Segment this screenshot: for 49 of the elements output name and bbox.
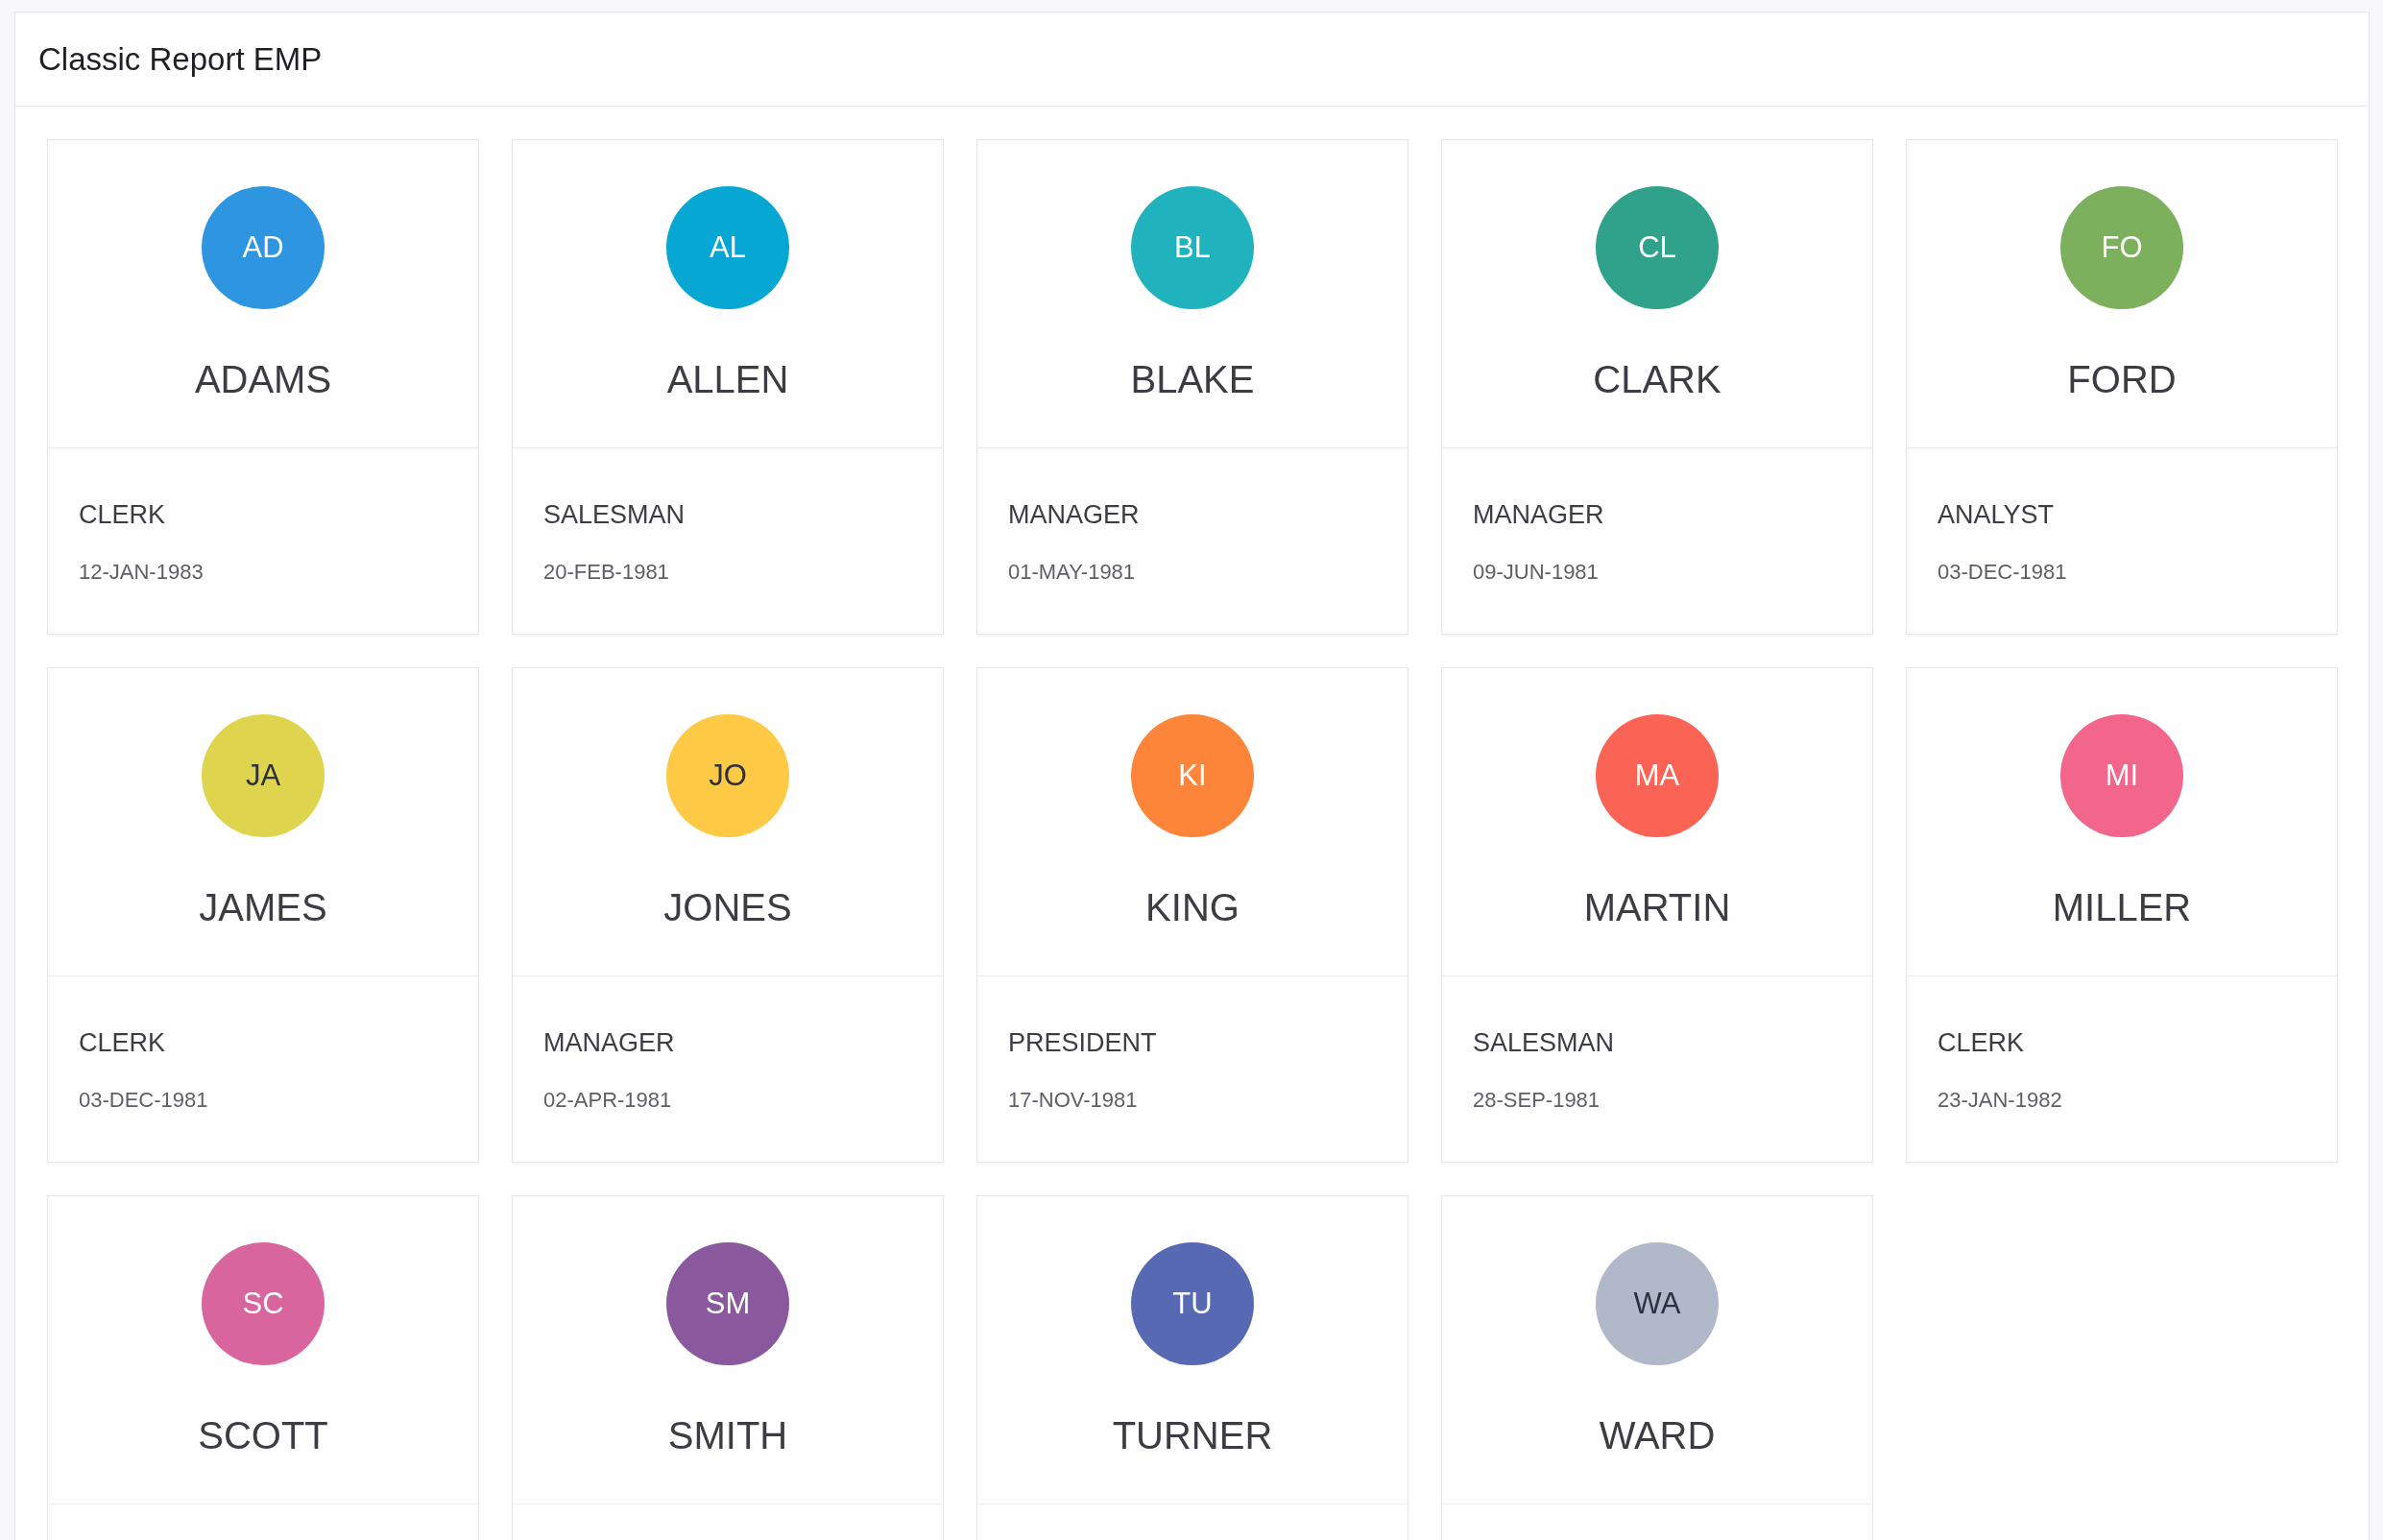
job-title: MANAGER: [1008, 499, 1141, 531]
hire-date: 02-APR-1981: [543, 1087, 673, 1114]
hire-date: 03-DEC-1981: [1938, 559, 2068, 586]
employee-name: MARTIN: [1583, 885, 1731, 930]
hire-date: 03-DEC-1981: [79, 1087, 209, 1114]
hire-date: 09-JUN-1981: [1473, 559, 1600, 586]
initials-avatar: WA: [1596, 1242, 1719, 1365]
hire-date: 23-JAN-1982: [1938, 1087, 2063, 1114]
initials-avatar: AL: [666, 186, 789, 309]
initials-avatar: FO: [2060, 186, 2183, 309]
hire-date: 12-JAN-1983: [79, 559, 205, 586]
employee-name: CLARK: [1593, 357, 1721, 402]
initials-avatar: MA: [1596, 714, 1719, 837]
employee-name: KING: [1145, 885, 1240, 930]
job-title: CLERK: [79, 499, 167, 531]
job-title: MANAGER: [1473, 499, 1605, 531]
employee-name: ALLEN: [666, 357, 789, 402]
job-title: ANALYST: [1938, 499, 2056, 531]
job-title: SALESMAN: [543, 499, 686, 531]
initials-avatar: KI: [1131, 714, 1254, 837]
employee-name: JAMES: [199, 885, 327, 930]
employee-name: BLAKE: [1130, 357, 1255, 402]
hire-date: 20-FEB-1981: [543, 559, 670, 586]
initials-avatar: JA: [202, 714, 325, 837]
initials-avatar: AD: [202, 186, 325, 309]
employee-name: JONES: [663, 885, 792, 930]
hire-date: 17-NOV-1981: [1008, 1087, 1139, 1114]
initials-avatar: CL: [1596, 186, 1719, 309]
initials-avatar: MI: [2060, 714, 2183, 837]
job-title: PRESIDENT: [1008, 1027, 1158, 1059]
initials-avatar: SC: [202, 1242, 325, 1365]
initials-avatar: TU: [1131, 1242, 1254, 1365]
employee-name: WARD: [1599, 1413, 1716, 1458]
job-title: CLERK: [79, 1027, 167, 1059]
employee-name: FORD: [2067, 357, 2177, 402]
initials-avatar: BL: [1131, 186, 1254, 309]
job-title: SALESMAN: [1473, 1027, 1616, 1059]
job-title: MANAGER: [543, 1027, 676, 1059]
employee-name: ADAMS: [194, 357, 332, 402]
employee-name: SCOTT: [198, 1413, 328, 1458]
employee-name: SMITH: [667, 1413, 788, 1458]
hire-date: 28-SEP-1981: [1473, 1087, 1601, 1114]
report-title: Classic Report EMP: [38, 40, 323, 78]
initials-avatar: JO: [666, 714, 789, 837]
employee-name: TURNER: [1112, 1413, 1273, 1458]
employee-name: MILLER: [2052, 885, 2192, 930]
job-title: CLERK: [1938, 1027, 2026, 1059]
hire-date: 01-MAY-1981: [1008, 559, 1137, 586]
initials-avatar: SM: [666, 1242, 789, 1365]
